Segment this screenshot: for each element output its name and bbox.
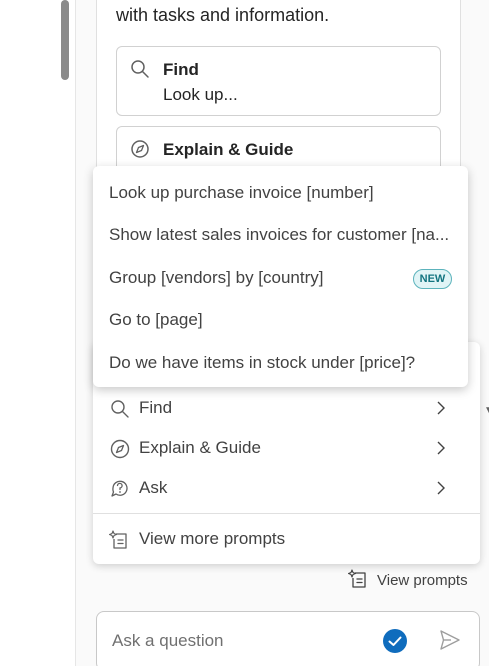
find-submenu: Look up purchase invoice [number] Show l… bbox=[93, 166, 468, 387]
submenu-item[interactable]: Show latest sales invoices for customer … bbox=[109, 225, 454, 255]
submenu-item[interactable]: Group [vendors] by [country] bbox=[109, 268, 409, 298]
verified-check-icon[interactable] bbox=[382, 628, 408, 654]
menu-item-label: Explain & Guide bbox=[139, 438, 261, 457]
view-more-prompts-label: View more prompts bbox=[139, 529, 286, 548]
compass-icon bbox=[110, 439, 130, 459]
chevron-right-icon bbox=[437, 441, 445, 455]
menu-item-find[interactable]: Find bbox=[93, 389, 480, 429]
ask-box bbox=[96, 611, 480, 666]
menu-item-ask[interactable]: Ask bbox=[93, 469, 480, 509]
compass-icon bbox=[131, 140, 149, 158]
ask-input[interactable] bbox=[112, 628, 372, 654]
sparkle-document-icon bbox=[109, 530, 127, 549]
chevron-right-icon bbox=[437, 481, 445, 495]
menu-divider bbox=[93, 513, 480, 514]
caret-down-icon: ▼ bbox=[484, 405, 489, 416]
menu-item-label: Ask bbox=[139, 478, 168, 497]
menu-item-explain-guide[interactable]: Explain & Guide bbox=[93, 429, 480, 469]
menu-item-label: Find bbox=[139, 398, 173, 417]
welcome-intro-text: with tasks and information. bbox=[116, 5, 330, 25]
submenu-item[interactable]: Look up purchase invoice [number] bbox=[109, 183, 454, 213]
search-icon bbox=[131, 60, 149, 78]
send-icon[interactable] bbox=[439, 629, 461, 651]
view-prompts-label: View prompts bbox=[377, 572, 468, 589]
new-badge: NEW bbox=[413, 269, 452, 289]
find-tile[interactable]: Find Look up... bbox=[116, 46, 441, 116]
left-gutter bbox=[0, 0, 75, 666]
submenu-item[interactable]: Do we have items in stock under [price]? bbox=[109, 353, 454, 383]
find-tile-title: Find bbox=[163, 60, 199, 79]
scrollbar-thumb[interactable] bbox=[61, 0, 69, 80]
sparkle-document-icon bbox=[348, 569, 366, 588]
submenu-item[interactable]: Go to [page] bbox=[109, 310, 454, 340]
search-icon bbox=[111, 400, 129, 418]
view-more-prompts-item[interactable]: View more prompts bbox=[93, 520, 480, 560]
chevron-right-icon bbox=[437, 401, 445, 415]
find-tile-subtitle: Look up... bbox=[163, 85, 238, 104]
explain-tile-title: Explain & Guide bbox=[163, 140, 294, 159]
chat-question-icon bbox=[111, 480, 128, 497]
